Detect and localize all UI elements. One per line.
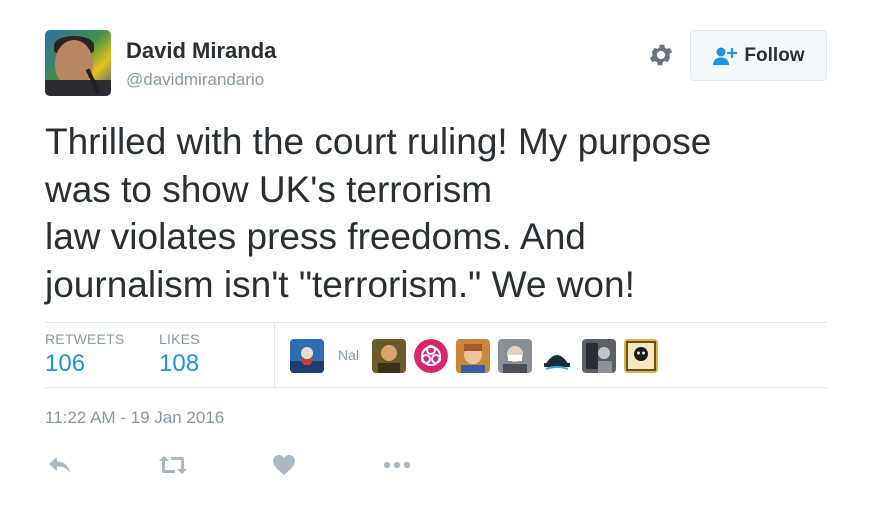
retweets-stat[interactable]: RETWEETS 106 bbox=[45, 331, 124, 378]
heart-icon[interactable] bbox=[269, 450, 299, 480]
tweet-stats: RETWEETS 106 LIKES 108 Nal bbox=[45, 322, 827, 388]
liker-avatar[interactable] bbox=[582, 339, 616, 373]
liker-avatar[interactable] bbox=[540, 339, 574, 373]
author-handle[interactable]: @davidmirandario bbox=[126, 70, 264, 90]
tweet-text: Thrilled with the court ruling! My purpo… bbox=[45, 118, 835, 308]
retweets-label: RETWEETS bbox=[45, 331, 125, 347]
author-avatar[interactable] bbox=[45, 30, 111, 96]
liker-avatar[interactable] bbox=[414, 339, 448, 373]
tweet-line: was to show UK's terrorism bbox=[45, 168, 493, 210]
liker-avatars: Nal bbox=[290, 339, 830, 373]
tweet-actions bbox=[45, 450, 445, 480]
liker-avatar[interactable] bbox=[290, 339, 324, 373]
liker-avatar[interactable] bbox=[624, 339, 658, 373]
gear-icon[interactable] bbox=[647, 41, 675, 69]
tweet-header: David Miranda @davidmirandario Follow bbox=[45, 30, 827, 98]
follow-button-label: Follow bbox=[744, 44, 805, 66]
add-user-icon bbox=[713, 47, 738, 65]
tweet-timestamp[interactable]: 11:22 AM - 19 Jan 2016 bbox=[45, 408, 224, 428]
retweet-icon[interactable] bbox=[158, 450, 188, 480]
liker-avatar[interactable] bbox=[372, 339, 406, 373]
reply-icon[interactable] bbox=[45, 450, 75, 480]
likes-stat[interactable]: LIKES 108 bbox=[159, 331, 200, 378]
follow-button[interactable]: Follow bbox=[690, 30, 827, 81]
tweet-line: Thrilled with the court ruling! My purpo… bbox=[45, 121, 712, 162]
likes-count[interactable]: 108 bbox=[159, 350, 200, 378]
liker-avatar[interactable] bbox=[498, 339, 532, 373]
likes-label: LIKES bbox=[159, 331, 200, 347]
liker-avatar[interactable] bbox=[456, 339, 490, 373]
liker-name[interactable]: Nal bbox=[338, 347, 362, 363]
tweet-line: law violates press freedoms. And bbox=[45, 216, 586, 257]
retweets-count[interactable]: 106 bbox=[45, 350, 124, 378]
tweet-line: journalism isn't "terrorism." We won! bbox=[45, 263, 635, 305]
stats-divider bbox=[274, 323, 275, 387]
author-name[interactable]: David Miranda bbox=[126, 38, 276, 64]
more-icon[interactable] bbox=[382, 450, 412, 480]
